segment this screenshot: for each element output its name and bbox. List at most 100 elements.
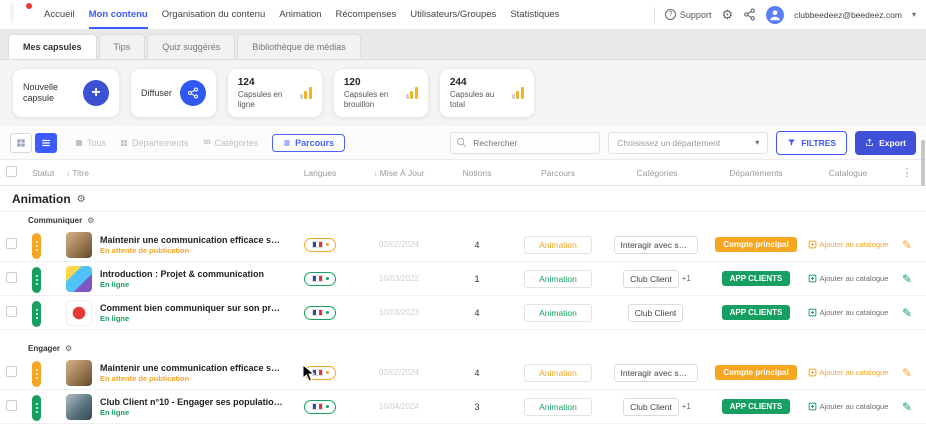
org-share-icon[interactable] [743,8,756,21]
nav-item-accueil[interactable]: Accueil [44,0,75,29]
search-input[interactable] [450,132,600,154]
edit-pencil-icon[interactable]: ✎ [902,272,912,286]
categories-select[interactable]: Club Client [623,270,679,288]
grid-view-icon[interactable] [10,133,32,153]
edit-pencil-icon[interactable]: ✎ [902,306,912,320]
capsule-title[interactable]: Maintenir une communication efficace sur… [100,235,284,245]
department-badge[interactable]: APP CLIENTS [722,305,791,320]
status-drag-handle[interactable] [32,301,41,327]
filter-tab-parcours[interactable]: Parcours [272,134,345,152]
column-options-kebab[interactable]: ⋮ [894,166,920,179]
col-categories[interactable]: Catégories [604,168,710,178]
edit-pencil-icon[interactable]: ✎ [902,238,912,252]
table-row[interactable]: Maintenir une communication efficace sur… [0,228,926,262]
row-checkbox[interactable] [6,400,17,411]
col-statut[interactable]: Statut [32,168,66,178]
department-badge[interactable]: APP CLIENTS [722,399,791,414]
parcours-button[interactable]: Animation [524,270,592,288]
add-to-catalogue-link[interactable]: Ajouter au catalogue [808,368,889,377]
col-titre[interactable]: ↓Titre [66,168,284,178]
department-badge[interactable]: Compte principal [715,365,796,380]
export-button[interactable]: Export [855,131,916,155]
col-langues[interactable]: Langues [284,168,356,178]
categories-select[interactable]: Interagir avec ses ap... [614,364,698,382]
tab-tips[interactable]: Tips [99,34,146,59]
row-checkbox[interactable] [6,366,17,377]
diffuse-card[interactable]: Diffuser [130,68,217,118]
col-departements[interactable]: Départements [710,168,802,178]
account-email[interactable]: clubbeedeez@beedeez.com [794,10,902,20]
section-gear-icon[interactable]: ⚙ [77,194,86,205]
language-badge[interactable] [304,400,336,414]
categories-select[interactable]: Club Client [628,304,684,322]
avatar[interactable] [766,6,784,24]
table-row[interactable]: Comment bien communiquer sur son projet … [0,296,926,330]
parcours-button[interactable]: Animation [524,304,592,322]
nav-item-animation[interactable]: Animation [279,0,321,29]
parcours-button[interactable]: Animation [524,364,592,382]
stat-card-draft[interactable]: 120 Capsules en brouillon [333,68,429,118]
table-row[interactable]: Introduction : Projet & communication En… [0,262,926,296]
plus-icon[interactable]: + [83,80,109,106]
row-checkbox[interactable] [6,306,17,317]
status-drag-handle[interactable] [32,395,41,421]
capsule-title[interactable]: Comment bien communiquer sur son projet … [100,303,284,313]
parcours-button[interactable]: Animation [524,398,592,416]
filter-tab-categories[interactable]: Catégories [203,138,259,148]
language-badge[interactable] [304,366,336,380]
status-drag-handle[interactable] [32,233,41,259]
nav-item-mon-contenu[interactable]: Mon contenu [89,0,148,29]
edit-pencil-icon[interactable]: ✎ [902,400,912,414]
status-drag-handle[interactable] [32,267,41,293]
categories-select[interactable]: Interagir avec ses ap... [614,236,698,254]
filters-button[interactable]: FILTRES [776,131,847,155]
group-gear-icon[interactable]: ⚙ [65,344,72,353]
filter-tab-tous[interactable]: Tous [75,138,106,148]
tab-mes-capsules[interactable]: Mes capsules [8,34,97,59]
nav-item-statistiques[interactable]: Statistiques [510,0,559,29]
account-caret-icon[interactable]: ▾ [912,10,916,19]
capsule-title[interactable]: Maintenir une communication efficace sur… [100,363,284,373]
status-drag-handle[interactable] [32,361,41,387]
col-notions[interactable]: Notions [442,168,512,178]
add-to-catalogue-link[interactable]: Ajouter au catalogue [808,274,889,283]
filter-tab-departements[interactable]: Départements [120,138,189,148]
department-badge[interactable]: APP CLIENTS [722,271,791,286]
stat-card-total[interactable]: 244 Capsules au total [439,68,535,118]
capsule-title[interactable]: Introduction : Projet & communication [100,269,264,279]
add-to-catalogue-link[interactable]: Ajouter au catalogue [808,402,889,411]
new-capsule-card[interactable]: Nouvelle capsule + [12,68,120,118]
language-badge[interactable] [304,306,336,320]
language-badge[interactable] [304,272,336,286]
add-to-catalogue-link[interactable]: Ajouter au catalogue [808,308,889,317]
vertical-scrollbar[interactable] [921,140,925,186]
group-gear-icon[interactable]: ⚙ [87,216,94,225]
support-button[interactable]: ? Support [665,9,712,20]
table-row[interactable]: Maintenir une communication efficace sur… [0,356,926,390]
row-checkbox[interactable] [6,238,17,249]
table-row[interactable]: Club Client n°10 - Engager ses populatio… [0,390,926,424]
capsule-title[interactable]: Club Client n°10 - Engager ses populatio… [100,397,284,407]
nav-item-recompenses[interactable]: Récompenses [336,0,397,29]
share-icon[interactable] [180,80,206,106]
language-badge[interactable] [304,238,336,252]
beedeez-logo[interactable] [10,5,30,25]
department-badge[interactable]: Compte principal [715,237,796,252]
tab-bibliotheque-de-medias[interactable]: Bibliothèque de médias [237,34,361,59]
nav-item-organisation-du-contenu[interactable]: Organisation du contenu [162,0,266,29]
settings-gear-icon[interactable]: ⚙ [721,8,733,21]
nav-item-utilisateurs-groupes[interactable]: Utilisateurs/Groupes [410,0,496,29]
department-select[interactable]: Choisissez un département ▾ [608,132,768,154]
tab-quiz-suggeres[interactable]: Quiz suggérés [147,34,235,59]
select-all-checkbox[interactable] [6,166,17,177]
list-view-icon[interactable] [35,133,57,153]
edit-pencil-icon[interactable]: ✎ [902,366,912,380]
col-mise-a-jour[interactable]: ↓Mise À Jour [356,168,442,178]
row-checkbox[interactable] [6,272,17,283]
col-parcours[interactable]: Parcours [512,168,604,178]
add-to-catalogue-link[interactable]: Ajouter au catalogue [808,240,889,249]
col-catalogue[interactable]: Catalogue [802,168,894,178]
stat-card-online[interactable]: 124 Capsules en ligne [227,68,323,118]
parcours-button[interactable]: Animation [524,236,592,254]
categories-select[interactable]: Club Client [623,398,679,416]
